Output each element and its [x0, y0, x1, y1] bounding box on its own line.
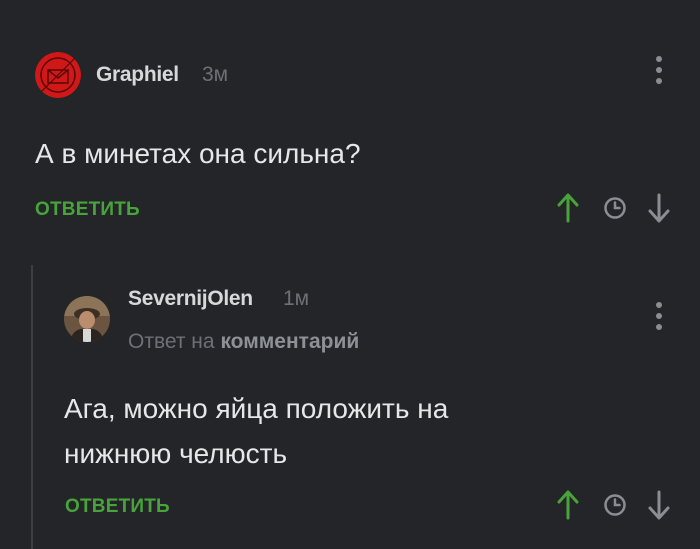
comment-author[interactable]: SevernijOlen	[128, 287, 253, 311]
arrow-up-icon[interactable]	[557, 489, 579, 521]
comment-time: 3м	[202, 63, 229, 86]
clock-icon[interactable]	[603, 493, 627, 517]
comment-text: Ага, можно яйца положить на нижнюю челюс…	[64, 386, 448, 476]
reply-to-line: Ответ на комментарий	[128, 330, 359, 354]
comment-text-line: Ага, можно яйца положить на	[64, 393, 449, 424]
arrow-down-icon[interactable]	[648, 489, 670, 521]
reply-button[interactable]: ОТВЕТИТЬ	[35, 199, 140, 221]
reply-button[interactable]: ОТВЕТИТЬ	[65, 496, 170, 518]
reply-to-prefix: Ответ на	[128, 330, 215, 353]
more-vertical-icon[interactable]	[649, 56, 669, 92]
reply-to-link[interactable]: комментарий	[220, 330, 359, 353]
comment-text-line: нижнюю челюсть	[64, 438, 288, 469]
arrow-down-icon[interactable]	[648, 192, 670, 224]
thread-line[interactable]	[31, 265, 33, 549]
comments-page: Graphiel 3м А в минетах она сильна? ОТВЕ…	[0, 0, 700, 549]
avatar-graphiel[interactable]	[35, 52, 81, 98]
avatar-severnijolen[interactable]	[64, 296, 110, 342]
more-vertical-icon[interactable]	[649, 302, 669, 338]
avatar-photo-icon	[64, 296, 110, 342]
comment-author[interactable]: Graphiel	[96, 63, 179, 87]
clock-icon[interactable]	[603, 196, 627, 220]
avatar-emblem-icon	[35, 52, 81, 98]
comment-time: 1м	[283, 287, 310, 310]
arrow-up-icon[interactable]	[557, 192, 579, 224]
comment-text: А в минетах она сильна?	[35, 138, 361, 169]
